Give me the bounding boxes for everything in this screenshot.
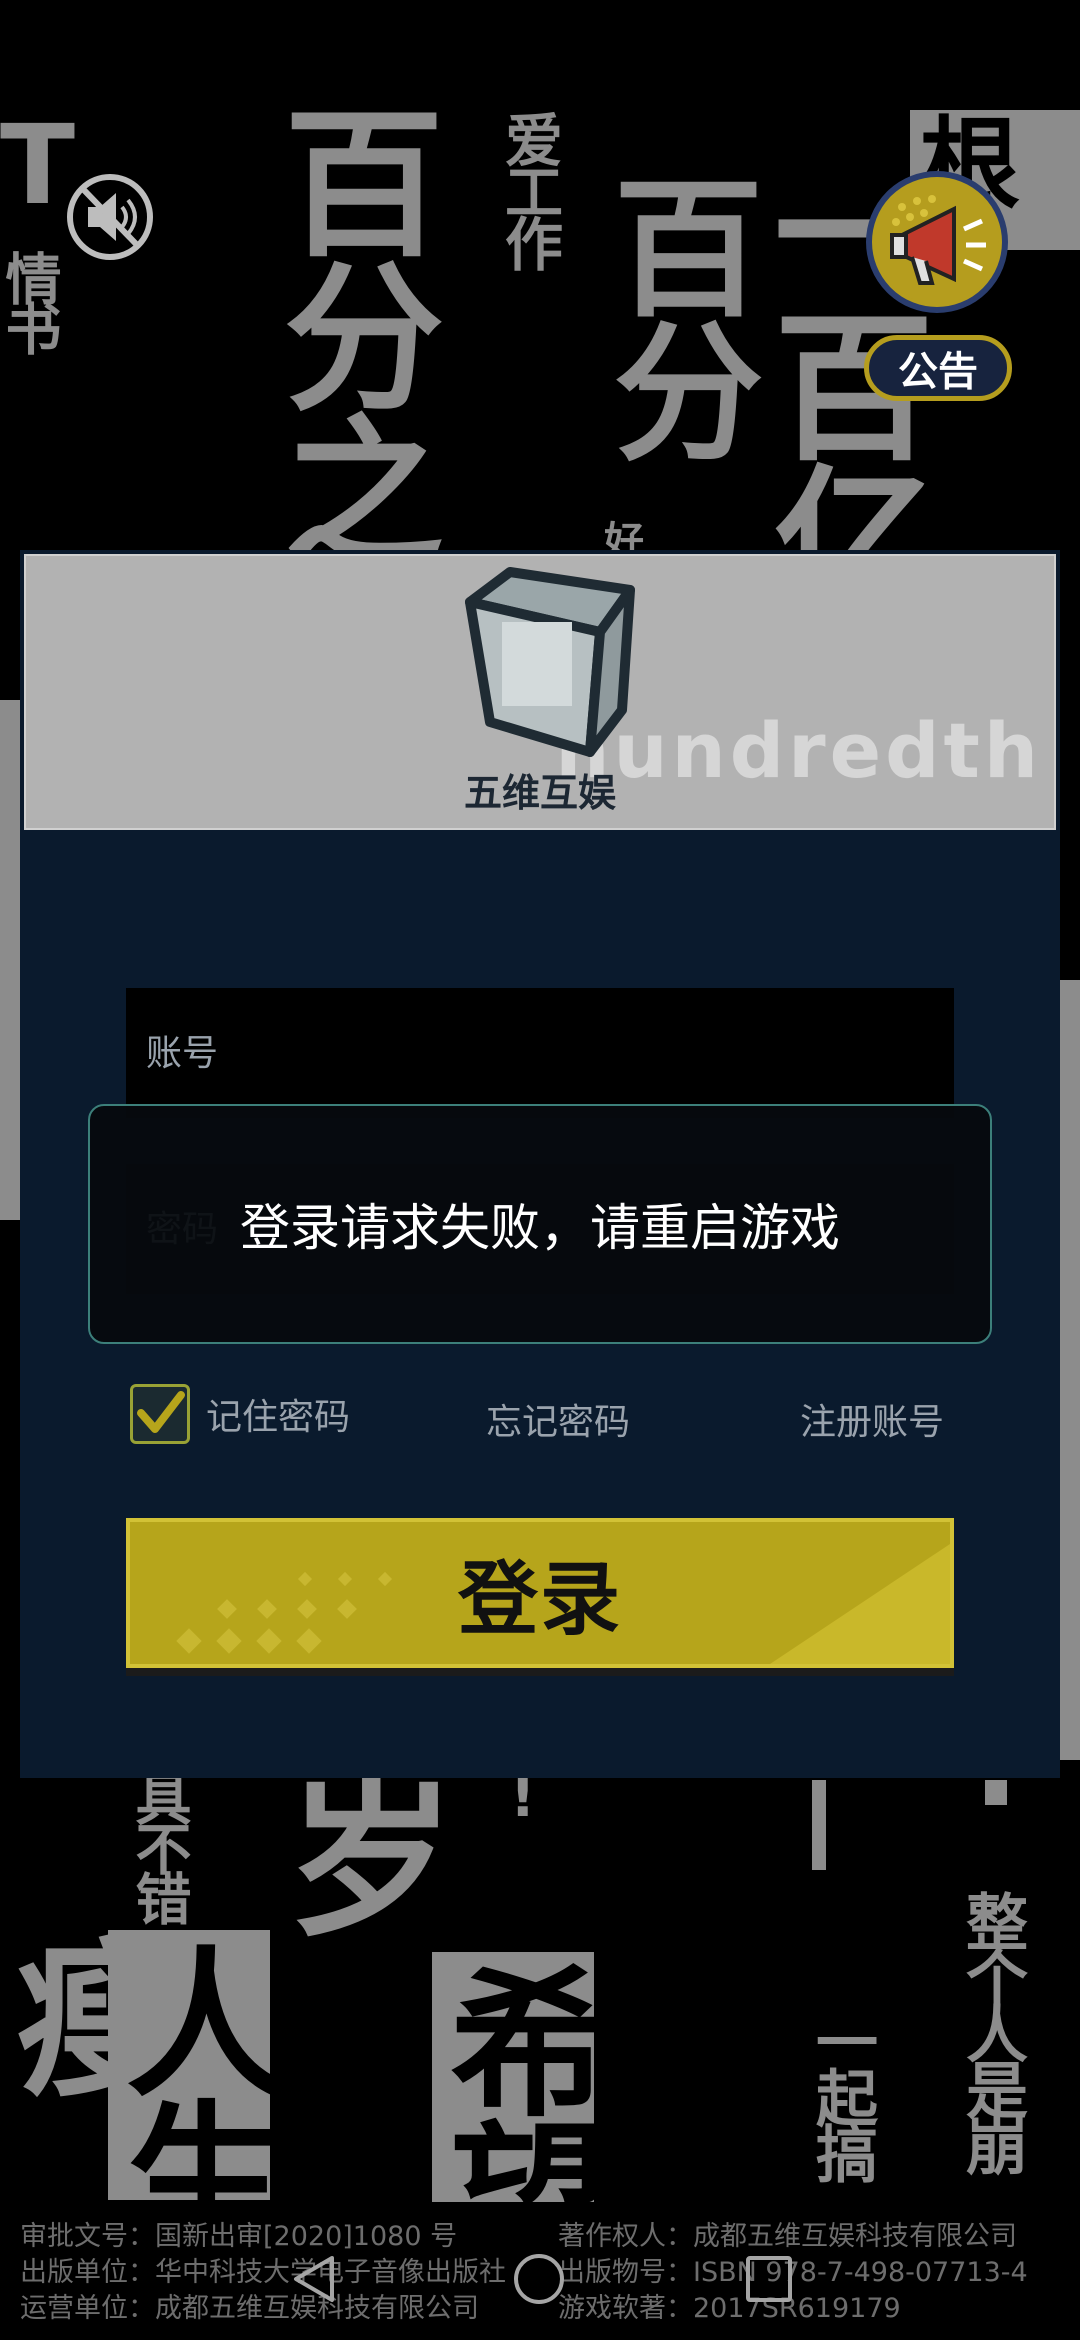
- bg-text: 爱工作: [495, 110, 563, 266]
- approval-number: 审批文号：国新出审[2020]1080 号: [20, 2221, 458, 2252]
- bg-block: [1060, 980, 1080, 1760]
- bg-text: 整个人是崩: [955, 1890, 1028, 2170]
- checkmark-icon: [137, 1391, 185, 1433]
- nav-recent-apps-icon[interactable]: [746, 2256, 792, 2302]
- cube-logo-icon: [465, 567, 635, 757]
- register-link[interactable]: 注册账号: [800, 1393, 944, 1445]
- account-field[interactable]: [126, 988, 954, 1118]
- software-copyright: 游戏软著：2017SR619179: [558, 2293, 901, 2324]
- bg-text: 具不错: [126, 1770, 191, 1920]
- forgot-password-link[interactable]: 忘记密码: [486, 1393, 630, 1445]
- bg-text: 好: [597, 520, 643, 554]
- error-toast: 登录请求失败，请重启游戏: [88, 1104, 992, 1344]
- mute-button[interactable]: [66, 172, 192, 262]
- login-banner: hundredth 五维互娱: [24, 554, 1056, 830]
- brand-name: 五维互娱: [463, 771, 616, 815]
- bg-text: !: [510, 1765, 535, 1830]
- bg-block: [985, 1780, 1007, 1805]
- speaker-muted-icon: [67, 174, 153, 260]
- operator-unit: 运营单位：成都五维互娱科技有限公司: [20, 2293, 479, 2324]
- isbn-number: 出版物号：ISBN 978-7-498-07713-4: [558, 2257, 1028, 2288]
- copyright-holder: 著作权人：成都五维互娱科技有限公司: [558, 2221, 1017, 2252]
- notice-button[interactable]: 公告: [864, 335, 1012, 401]
- checkbox[interactable]: [130, 1384, 190, 1444]
- publisher-unit: 出版单位：华中科技大学电子音像出版社: [20, 2257, 506, 2288]
- bg-text: 人生: [99, 1940, 286, 2248]
- login-button[interactable]: 登录: [126, 1518, 954, 1668]
- account-input[interactable]: [126, 988, 954, 1118]
- bg-text: 一起搞: [805, 2010, 878, 2178]
- megaphone-icon[interactable]: [866, 171, 1008, 313]
- bg-text: T: [0, 101, 75, 229]
- nav-back-icon[interactable]: [288, 2252, 342, 2306]
- login-button-label: 登录: [458, 1553, 622, 1646]
- bg-block: [812, 1780, 826, 1870]
- bg-text: 情书: [0, 250, 61, 350]
- remember-password-checkbox[interactable]: 记住密码: [130, 1384, 350, 1444]
- remember-label: 记住密码: [206, 1397, 351, 1438]
- bg-text: 百分: [588, 170, 762, 458]
- bg-text: 岁: [256, 1770, 454, 1934]
- toast-message: 登录请求失败，请重启游戏: [240, 1199, 840, 1257]
- bg-block: [0, 700, 20, 1220]
- bg-text: 百分之: [257, 100, 444, 562]
- notice-widget[interactable]: 公告: [858, 165, 1018, 415]
- nav-home-icon[interactable]: [514, 2254, 564, 2304]
